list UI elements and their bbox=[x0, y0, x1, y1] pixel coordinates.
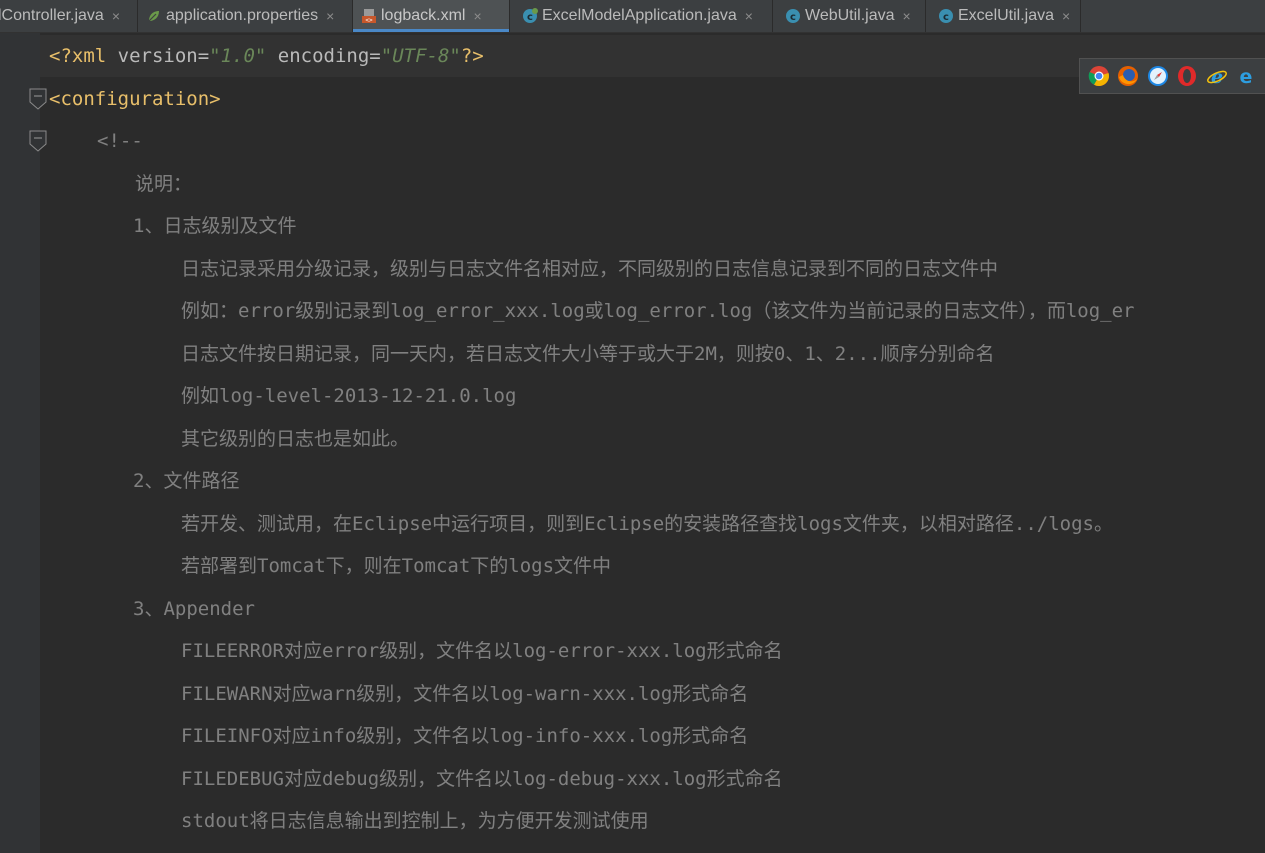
firefox-icon[interactable] bbox=[1117, 65, 1139, 87]
comment-line: FILEINFO对应info级别，文件名以log-info-xxx.log形式命… bbox=[181, 725, 749, 747]
editor-gutter[interactable] bbox=[0, 33, 40, 853]
edge-icon[interactable]: e bbox=[1235, 65, 1257, 88]
comment-line: 1、日志级别及文件 bbox=[133, 215, 297, 237]
comment-line: 其它级别的日志也是如此。 bbox=[181, 428, 410, 450]
fold-marker-icon[interactable] bbox=[29, 130, 47, 152]
comment-line: 日志记录采用分级记录，级别与日志文件名相对应，不同级别的日志信息记录到不同的日志… bbox=[181, 258, 999, 280]
ie-icon[interactable]: e bbox=[1206, 65, 1228, 88]
xml-value-version: "1.0" bbox=[209, 45, 267, 67]
close-icon[interactable]: × bbox=[326, 8, 334, 24]
browser-preview-bar: e e bbox=[1079, 58, 1265, 94]
comment-line: FILEDEBUG对应debug级别，文件名以log-debug-xxx.log… bbox=[181, 768, 783, 790]
comment-line: 若开发、测试用，在Eclipse中运行项目，则到Eclipse的安装路径查找lo… bbox=[181, 513, 1113, 535]
configuration-tag: <configuration> bbox=[49, 88, 221, 110]
close-icon[interactable]: × bbox=[112, 8, 120, 24]
comment-line: stdout将日志信息输出到控制上，为方便开发测试使用 bbox=[181, 810, 649, 832]
svg-text:e: e bbox=[1240, 66, 1253, 87]
fold-marker-icon[interactable] bbox=[29, 88, 47, 110]
comment-line: 例如：error级别记录到log_error_xxx.log或log_error… bbox=[181, 300, 1135, 322]
xml-decl-close: ?> bbox=[460, 45, 484, 67]
svg-text:c: c bbox=[790, 12, 796, 23]
close-icon[interactable]: × bbox=[903, 8, 911, 24]
tab-excelutil-java[interactable]: c ExcelUtil.java × bbox=[926, 0, 1081, 32]
tab-label: lController.java bbox=[0, 7, 104, 24]
tab-label: ExcelModelApplication.java bbox=[542, 7, 737, 24]
xml-declaration-line: <?xml version="1.0" encoding="UTF-8"?> bbox=[49, 44, 484, 68]
java-class-icon: c bbox=[785, 8, 801, 24]
xml-file-icon: <> bbox=[361, 8, 377, 24]
close-icon[interactable]: × bbox=[473, 8, 481, 24]
java-class-icon: c bbox=[938, 8, 954, 24]
tab-label: ExcelUtil.java bbox=[958, 7, 1055, 24]
spring-class-icon: c bbox=[522, 8, 538, 24]
comment-line: FILEWARN对应warn级别，文件名以log-warn-xxx.log形式命… bbox=[181, 683, 749, 705]
ide-window: lController.java × application.propertie… bbox=[0, 0, 1265, 853]
editor-tab-bar: lController.java × application.propertie… bbox=[0, 0, 1265, 33]
comment-line: 若部署到Tomcat下，则在Tomcat下的logs文件中 bbox=[181, 555, 612, 577]
tab-logback-xml[interactable]: <> logback.xml × bbox=[353, 0, 510, 32]
comment-line: 3、Appender bbox=[133, 598, 255, 620]
tab-label: application.properties bbox=[166, 7, 319, 24]
svg-text:<>: <> bbox=[365, 17, 373, 24]
spring-leaf-icon bbox=[146, 8, 162, 24]
svg-text:c: c bbox=[527, 12, 533, 23]
xml-value-encoding: "UTF-8" bbox=[380, 45, 461, 67]
svg-text:e: e bbox=[1211, 66, 1223, 87]
tab-application-properties[interactable]: application.properties × bbox=[138, 0, 353, 32]
comment-open: <!-- bbox=[97, 130, 143, 152]
xml-attr-version: version= bbox=[117, 45, 210, 67]
close-icon[interactable]: × bbox=[1062, 8, 1070, 24]
tab-label: WebUtil.java bbox=[805, 7, 895, 24]
comment-line: 2、文件路径 bbox=[133, 470, 240, 492]
tab-webutil-java[interactable]: c WebUtil.java × bbox=[773, 0, 926, 32]
comment-line: 日志文件按日期记录，同一天内，若日志文件大小等于或大于2M，则按0、1、2...… bbox=[181, 343, 995, 365]
svg-text:c: c bbox=[943, 12, 949, 23]
comment-line: FILEERROR对应error级别，文件名以log-error-xxx.log… bbox=[181, 640, 783, 662]
comment-line: 例如log-level-2013-12-21.0.log bbox=[181, 385, 517, 407]
safari-icon[interactable] bbox=[1147, 65, 1169, 87]
chrome-icon[interactable] bbox=[1088, 65, 1110, 87]
comment-line: 说明： bbox=[135, 173, 193, 195]
xml-decl-open: <?xml bbox=[49, 45, 118, 67]
opera-icon[interactable] bbox=[1176, 65, 1198, 87]
tab-excel-model-application-java[interactable]: c ExcelModelApplication.java × bbox=[510, 0, 773, 32]
tab-controller-java[interactable]: lController.java × bbox=[0, 0, 138, 32]
tab-label: logback.xml bbox=[381, 7, 466, 24]
xml-attr-encoding: encoding= bbox=[266, 45, 381, 67]
close-icon[interactable]: × bbox=[745, 8, 753, 24]
